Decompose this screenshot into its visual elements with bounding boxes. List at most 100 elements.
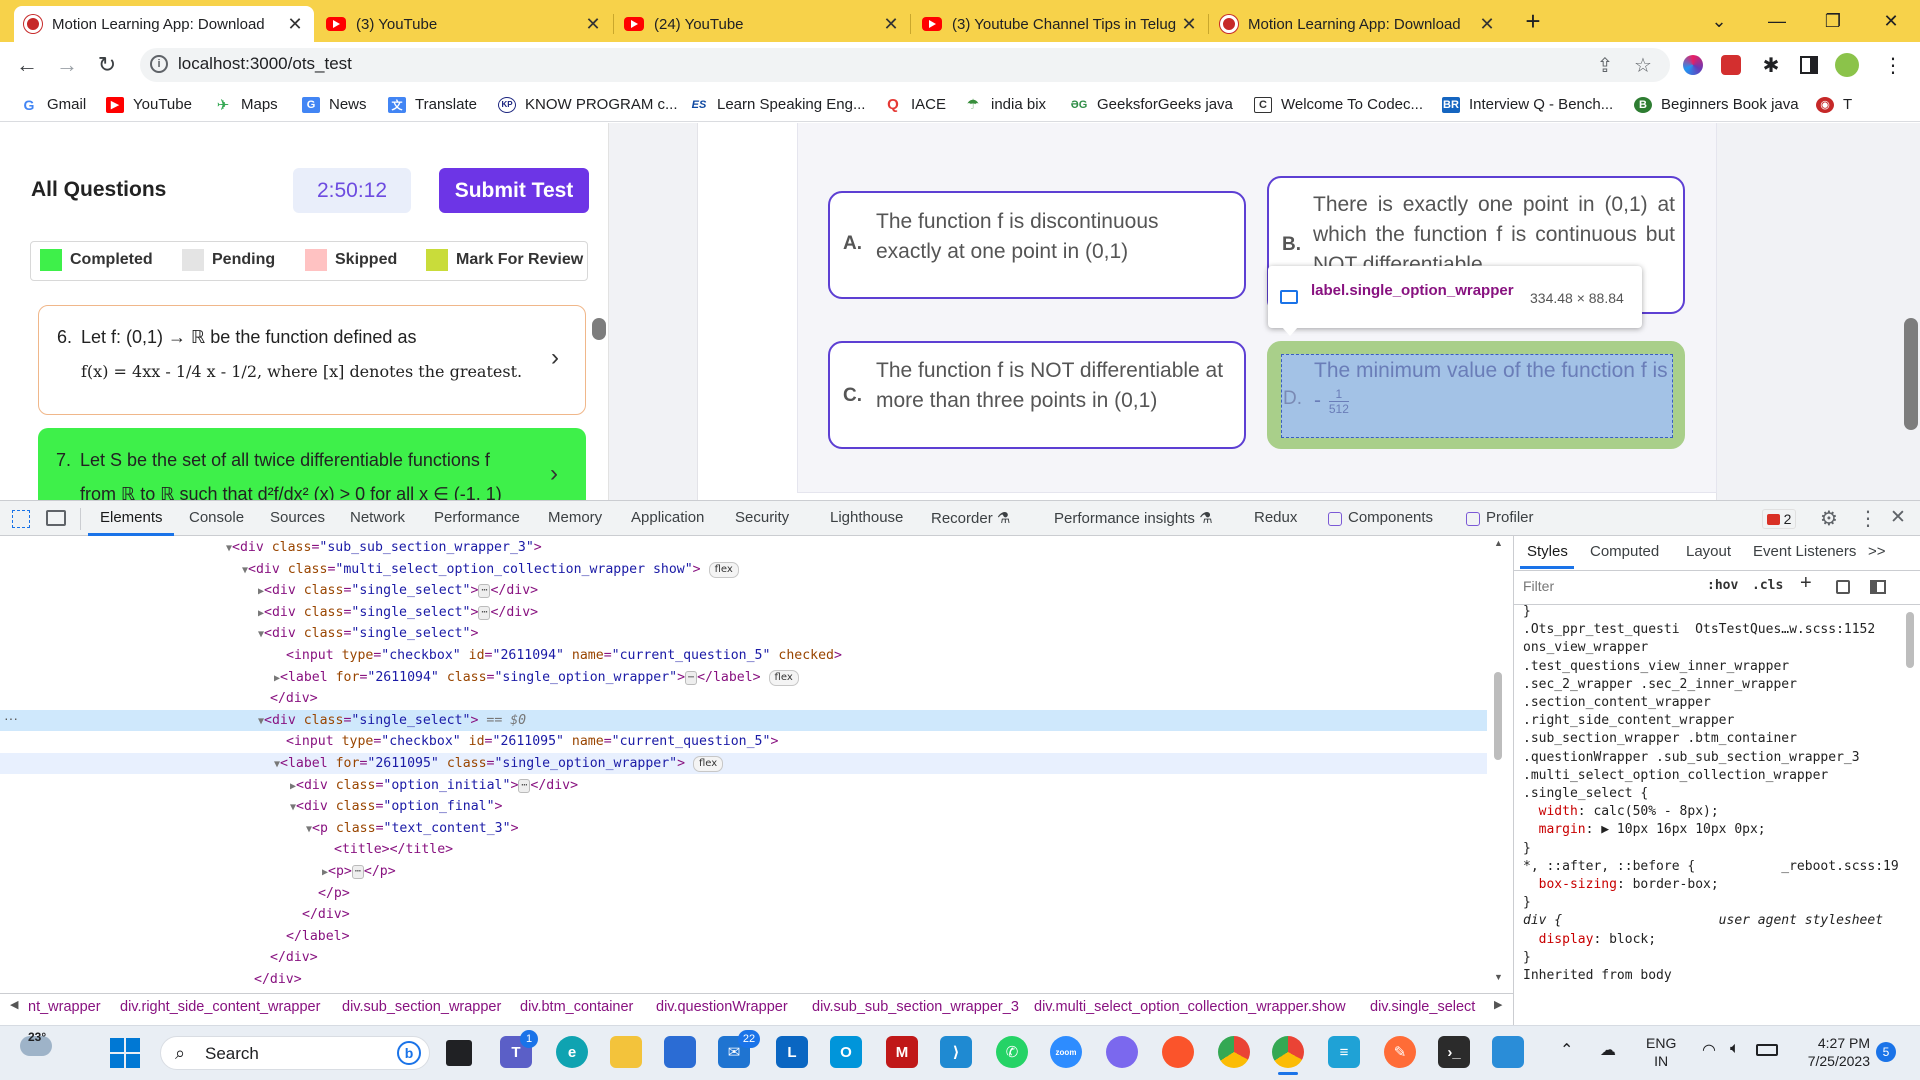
chevron-right-icon[interactable]: › xyxy=(550,460,558,488)
breadcrumb-item[interactable]: nt_wrapper xyxy=(28,999,101,1015)
app-o-icon[interactable]: O xyxy=(830,1036,862,1068)
tab-components[interactable]: Components xyxy=(1348,509,1433,526)
tab-elements[interactable]: Elements xyxy=(100,509,163,526)
breadcrumb-item[interactable]: div.sub_sub_section_wrapper_3 xyxy=(812,999,1019,1015)
tab-performance-insights[interactable]: Performance insights ⚗ xyxy=(1054,509,1213,527)
bookmark-indiabix[interactable]: ☂ india bix xyxy=(964,96,1046,113)
tab-sources[interactable]: Sources xyxy=(270,509,325,526)
dom-node-line[interactable]: <title></title> xyxy=(334,839,453,860)
chevron-right-icon[interactable]: › xyxy=(551,344,559,372)
bookmark-gmail[interactable]: G Gmail xyxy=(20,96,87,113)
style-rule-line[interactable]: } xyxy=(1523,894,1898,912)
zoom-icon[interactable]: zoom xyxy=(1050,1036,1082,1068)
back-icon[interactable]: ← xyxy=(12,50,42,80)
style-rule-line[interactable]: .right_side_content_wrapper xyxy=(1523,712,1898,730)
submit-test-button[interactable]: Submit Test xyxy=(439,168,589,213)
address-bar[interactable] xyxy=(140,48,1670,82)
dom-node-line[interactable]: ▼<div class="single_select"> xyxy=(258,623,478,645)
tray-overflow-icon[interactable]: ⌃ xyxy=(1560,1040,1573,1060)
task-view-icon[interactable] xyxy=(446,1040,472,1066)
breadcrumb-item[interactable]: div.multi_select_option_collection_wrapp… xyxy=(1034,999,1346,1015)
breadcrumb-right-icon[interactable]: ▶ xyxy=(1494,998,1502,1011)
device-toolbar-icon[interactable] xyxy=(46,510,66,526)
style-rule-line[interactable]: .sub_section_wrapper .btm_container xyxy=(1523,730,1898,748)
weather-widget[interactable]: 23° xyxy=(18,1030,58,1070)
close-tab-icon[interactable]: ✕ xyxy=(1478,14,1496,35)
bookmark-iace[interactable]: Q IACE xyxy=(884,96,946,113)
row-actions-ellipsis[interactable]: ··· xyxy=(4,710,18,726)
dom-node-line[interactable]: <input type="checkbox" id="2611094" name… xyxy=(286,645,842,666)
breadcrumb-item[interactable]: div.right_side_content_wrapper xyxy=(120,999,320,1015)
style-rule-line[interactable]: div { user agent stylesheet xyxy=(1523,912,1898,930)
style-rule-line[interactable]: display: block; xyxy=(1523,931,1898,949)
style-rule-line[interactable]: } xyxy=(1523,840,1898,858)
postman-icon[interactable]: ✎ xyxy=(1384,1036,1416,1068)
bookmark-know-program[interactable]: KP KNOW PROGRAM c... xyxy=(498,96,678,113)
dom-node-line[interactable]: ▼<div class="sub_sub_section_wrapper_3"> xyxy=(226,537,542,559)
tab-console[interactable]: Console xyxy=(189,509,244,526)
dom-node-line[interactable]: ▶<p> ⋯ </p> xyxy=(322,861,396,883)
inspect-element-icon[interactable] xyxy=(12,510,30,528)
wifi-icon[interactable]: ◠ xyxy=(1702,1040,1716,1060)
url-text[interactable]: localhost:3000/ots_test xyxy=(178,54,352,74)
dom-node-line[interactable]: ▶<div class="single_select"> ⋯ </div> xyxy=(258,602,538,624)
chrome-active-icon[interactable] xyxy=(1272,1036,1304,1068)
cls-toggle[interactable]: .cls xyxy=(1752,578,1783,593)
dom-scrollbar-thumb[interactable] xyxy=(1494,672,1502,760)
new-tab-button[interactable]: + xyxy=(1518,6,1548,36)
tab-security[interactable]: Security xyxy=(735,509,789,526)
site-info-icon[interactable]: i xyxy=(150,55,168,73)
settings-gear-icon[interactable]: ⚙ xyxy=(1820,506,1838,531)
breadcrumb-left-icon[interactable]: ◀ xyxy=(10,998,18,1011)
styles-filter-input[interactable]: Filter xyxy=(1523,578,1693,600)
menu-kebab-icon[interactable]: ⋮ xyxy=(1880,52,1906,78)
style-rule-line[interactable]: .Ots_ppr_test_questi OtsTestQues…w.scss:… xyxy=(1523,621,1898,639)
error-counter[interactable]: 2 xyxy=(1762,509,1796,529)
dom-node-line[interactable]: ▼<div class="multi_select_option_collect… xyxy=(242,559,739,581)
whatsapp-icon[interactable]: ✆ xyxy=(996,1036,1028,1068)
option-c[interactable]: C. The function f is NOT differentiable … xyxy=(828,341,1246,449)
dom-node-line[interactable]: </div> xyxy=(270,947,318,968)
style-rule-line[interactable]: } xyxy=(1523,949,1898,967)
browser-tab-2[interactable]: (3) YouTube ✕ xyxy=(316,6,612,42)
style-rule-line[interactable]: .single_select { xyxy=(1523,785,1898,803)
option-d[interactable]: D. The minimum value of the function f i… xyxy=(1267,341,1685,449)
dom-node-line[interactable]: </p> xyxy=(318,883,350,904)
bookmark-youtube[interactable]: ▶ YouTube xyxy=(106,96,192,113)
bookmark-learn-speaking[interactable]: ES Learn Speaking Eng... xyxy=(690,96,866,113)
tab-redux[interactable]: Redux xyxy=(1254,509,1297,526)
battery-icon[interactable] xyxy=(1756,1044,1778,1056)
bookmark-beginners-book[interactable]: B Beginners Book java xyxy=(1634,96,1799,113)
tab-search-icon[interactable]: ⌄ xyxy=(1694,0,1744,42)
option-a[interactable]: A. The function f is discontinuous exact… xyxy=(828,191,1246,299)
hov-toggle[interactable]: :hov xyxy=(1707,578,1738,593)
bookmark-t[interactable]: ◉ T xyxy=(1816,96,1852,113)
bookmark-interview-q[interactable]: BR Interview Q - Bench... xyxy=(1442,96,1613,113)
dom-node-line[interactable]: </label> xyxy=(286,926,350,947)
dom-node-line[interactable]: ▶<div class="option_initial"> ⋯ </div> xyxy=(290,775,578,797)
dom-node-line[interactable]: </div> xyxy=(270,688,318,709)
app-purple-icon[interactable] xyxy=(1106,1036,1138,1068)
dom-node-line[interactable]: </div> xyxy=(302,904,350,925)
bookmark-star-icon[interactable]: ☆ xyxy=(1630,52,1656,78)
browser-tab-5[interactable]: Motion Learning App: Download ✕ xyxy=(1210,6,1506,42)
dom-node-line[interactable]: ▼<p class="text_content_3"> xyxy=(306,818,519,840)
windows-start-icon[interactable] xyxy=(110,1038,140,1068)
close-tab-icon[interactable]: ✕ xyxy=(286,14,304,35)
style-rule-line[interactable]: .multi_select_option_collection_wrapper xyxy=(1523,767,1898,785)
tab-profiler[interactable]: Profiler xyxy=(1486,509,1534,526)
reload-icon[interactable]: ↻ xyxy=(92,50,122,80)
style-rule-line[interactable]: box-sizing: border-box; xyxy=(1523,876,1898,894)
vscode-icon[interactable]: ⟩ xyxy=(940,1036,972,1068)
linkedin-learning-icon[interactable]: L xyxy=(776,1036,808,1068)
style-rule-line[interactable]: } xyxy=(1523,603,1898,621)
style-rule-line[interactable]: Inherited from body xyxy=(1523,967,1898,985)
tab-application[interactable]: Application xyxy=(631,509,704,526)
dom-node-line[interactable]: </div> xyxy=(254,969,302,990)
style-rule-line[interactable]: margin: ▶ 10px 16px 10px 0px; xyxy=(1523,821,1898,839)
tab-lighthouse[interactable]: Lighthouse xyxy=(830,509,903,526)
bookmark-geeksforgeeks[interactable]: ƏG GeeksforGeeks java xyxy=(1070,96,1233,113)
tab-recorder[interactable]: Recorder ⚗ xyxy=(931,509,1010,527)
close-tab-icon[interactable]: ✕ xyxy=(584,14,602,35)
question-card-6[interactable]: 6. Let f: (0,1) → ℝ be the function defi… xyxy=(38,305,586,415)
